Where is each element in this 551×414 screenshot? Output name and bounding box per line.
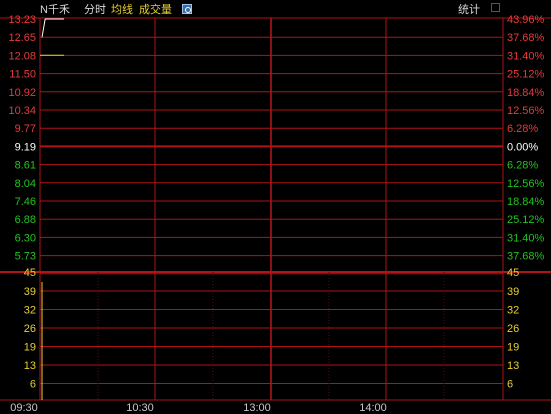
volume-tick-label: 39 bbox=[24, 286, 36, 298]
volume-tick-label-right: 32 bbox=[507, 305, 519, 317]
price-line bbox=[41, 18, 64, 38]
price-tick-label: 10.92 bbox=[8, 87, 36, 99]
price-tick-label: 11.50 bbox=[9, 69, 36, 81]
percent-tick-label: 25.12% bbox=[507, 214, 545, 226]
volume-tick-label: 19 bbox=[24, 342, 36, 354]
volume-tick-label-right: 19 bbox=[507, 342, 519, 354]
price-tick-label: 5.73 bbox=[15, 251, 36, 263]
percent-tick-label: 43.96% bbox=[507, 14, 545, 26]
price-tick-label: 9.19 bbox=[15, 141, 36, 153]
time-tick-label: 10:30 bbox=[126, 402, 154, 414]
price-tick-label: 8.04 bbox=[15, 178, 36, 190]
price-tick-label: 10.34 bbox=[8, 105, 36, 117]
price-tick-label: 13.23 bbox=[8, 14, 36, 26]
price-tick-label: 8.61 bbox=[15, 160, 36, 172]
percent-tick-label: 6.28% bbox=[507, 160, 538, 172]
camera-icon[interactable] bbox=[182, 4, 192, 14]
time-tick-label: 14:00 bbox=[359, 402, 387, 414]
price-tick-label: 12.65 bbox=[8, 32, 36, 44]
volume-tick-label: 6 bbox=[30, 379, 36, 391]
tab-junxian[interactable]: 均线 bbox=[111, 0, 133, 18]
volume-tick-label: 26 bbox=[24, 323, 36, 335]
percent-tick-label: 18.84% bbox=[507, 196, 545, 208]
volume-tick-label-right: 26 bbox=[507, 323, 519, 335]
close-box-icon[interactable] bbox=[491, 3, 500, 12]
volume-tick-label-right: 6 bbox=[507, 379, 513, 391]
price-tick-label: 6.88 bbox=[15, 214, 36, 226]
price-tick-label: 7.46 bbox=[15, 196, 36, 208]
price-tick-label: 6.30 bbox=[15, 232, 36, 244]
volume-tick-label-right: 39 bbox=[507, 286, 519, 298]
volume-tick-label-right: 13 bbox=[507, 360, 519, 372]
percent-tick-label: 37.68% bbox=[507, 251, 545, 263]
time-tick-label: 13:00 bbox=[243, 402, 271, 414]
volume-tick-label-right: 45 bbox=[507, 267, 519, 279]
price-tick-label: 12.08 bbox=[8, 50, 36, 62]
percent-tick-label: 12.56% bbox=[507, 178, 545, 190]
percent-tick-label: 31.40% bbox=[507, 232, 545, 244]
volume-tick-label: 32 bbox=[24, 305, 36, 317]
price-tick-label: 9.77 bbox=[15, 123, 36, 135]
tab-fenshi[interactable]: 分时 bbox=[84, 0, 106, 18]
volume-tick-label: 45 bbox=[24, 267, 36, 279]
percent-tick-label: 37.68% bbox=[507, 32, 545, 44]
percent-tick-label: 31.40% bbox=[507, 50, 545, 62]
percent-tick-label: 0.00% bbox=[507, 141, 538, 153]
percent-tick-label: 18.84% bbox=[507, 87, 545, 99]
stats-button[interactable]: 统计 bbox=[458, 0, 480, 18]
tab-chengjiaoliang[interactable]: 成交量 bbox=[139, 0, 172, 18]
stock-name: N千禾 bbox=[40, 4, 70, 16]
chart-area: 13.23 43.96% 12.65 37.68% 12.08 31.40% 11.50 25… bbox=[0, 14, 551, 414]
percent-tick-label: 25.12% bbox=[507, 69, 545, 81]
percent-tick-label: 12.56% bbox=[507, 105, 545, 117]
time-tick-label: 09:30 bbox=[10, 402, 38, 414]
volume-tick-label: 13 bbox=[24, 360, 36, 372]
percent-tick-label: 6.28% bbox=[507, 123, 538, 135]
